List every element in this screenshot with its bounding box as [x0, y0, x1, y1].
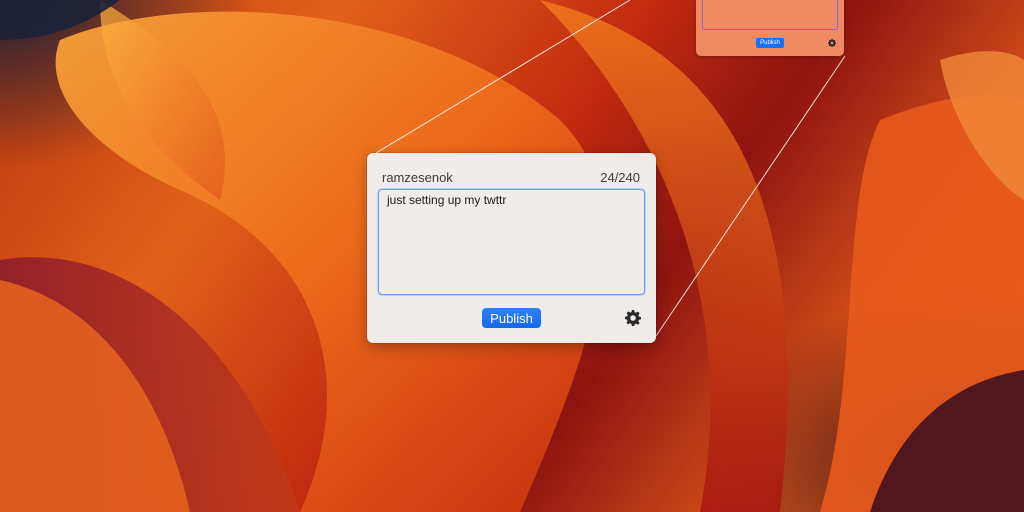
tweet-input[interactable]: just setting up my twttr [378, 189, 645, 295]
desktop: Publish ramzesenok 24/240 just setting u… [0, 0, 1024, 512]
tweet-popover: ramzesenok 24/240 just setting up my twt… [367, 153, 656, 343]
thumbnail-publish-button: Publish [756, 38, 784, 48]
settings-button[interactable] [625, 310, 642, 326]
username-label: ramzesenok [382, 170, 453, 185]
thumbnail-tweet-input [702, 0, 838, 30]
thumbnail-gear-icon [828, 39, 837, 47]
character-counter: 24/240 [600, 170, 640, 185]
publish-button[interactable]: Publish [482, 308, 541, 328]
popover-thumbnail: Publish [696, 0, 844, 56]
gear-icon [625, 310, 642, 326]
